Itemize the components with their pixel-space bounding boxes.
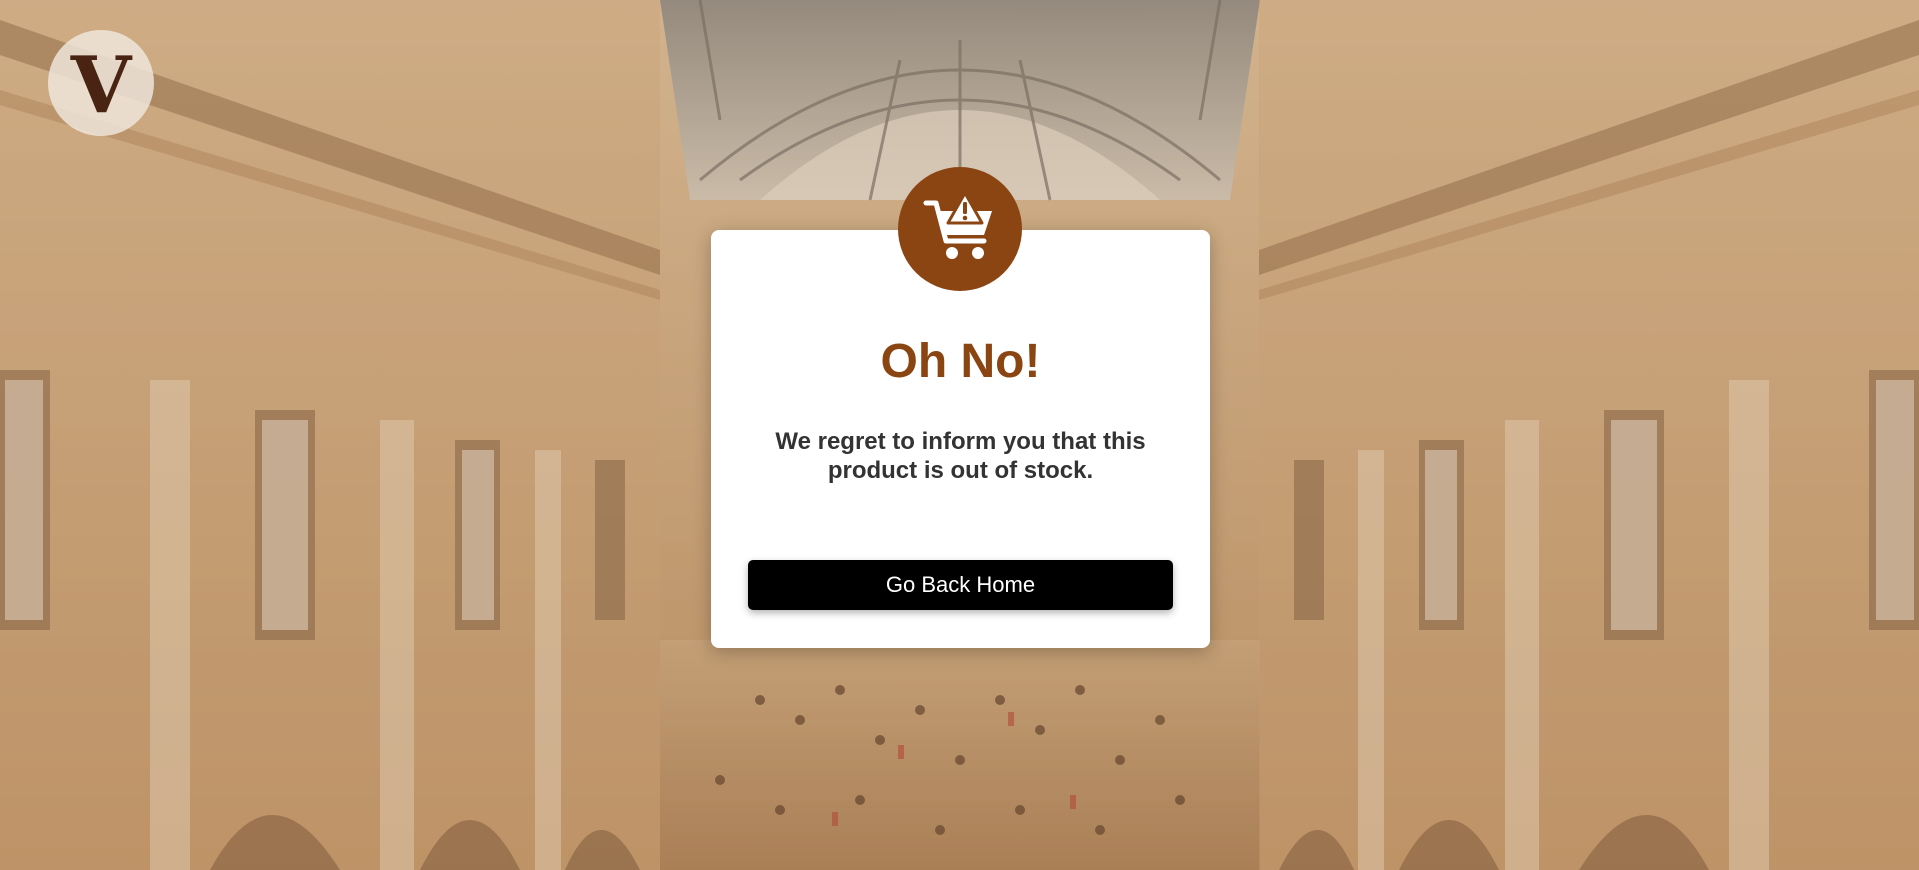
out-of-stock-message: We regret to inform you that this produc… (775, 428, 1146, 484)
cart-warning-icon (898, 167, 1022, 291)
logo-letter: V (70, 40, 132, 131)
brand-logo-icon[interactable]: V (48, 30, 154, 136)
go-back-home-button[interactable]: Go Back Home (748, 560, 1173, 610)
page-title: Oh No! (880, 335, 1041, 388)
